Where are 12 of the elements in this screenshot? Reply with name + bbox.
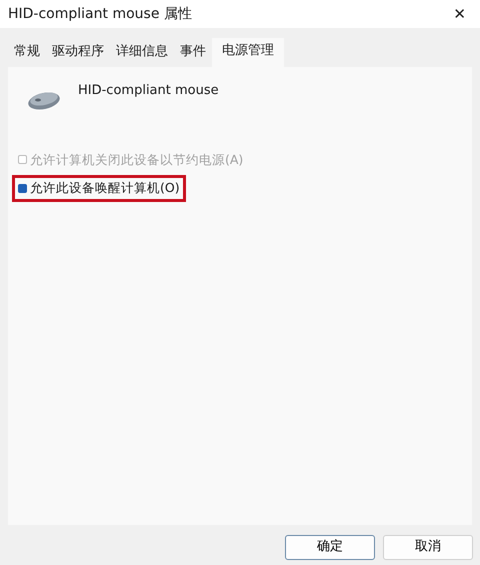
cancel-button[interactable]: 取消: [383, 534, 473, 560]
close-button[interactable]: ✕: [447, 2, 472, 26]
checkbox[interactable]: [18, 184, 27, 194]
tab[interactable]: 详细信息: [110, 38, 174, 66]
tab[interactable]: 事件: [174, 38, 212, 66]
ok-button[interactable]: 确定: [285, 534, 375, 560]
window-title: HID-compliant mouse 属性: [8, 4, 192, 24]
device-name: HID-compliant mouse: [78, 82, 219, 100]
tab[interactable]: 电源管理: [212, 38, 284, 66]
tab[interactable]: 驱动程序: [46, 38, 110, 66]
tab[interactable]: 常规: [8, 38, 46, 66]
checkbox-label[interactable]: 允许此设备唤醒计算机(O): [30, 179, 180, 198]
